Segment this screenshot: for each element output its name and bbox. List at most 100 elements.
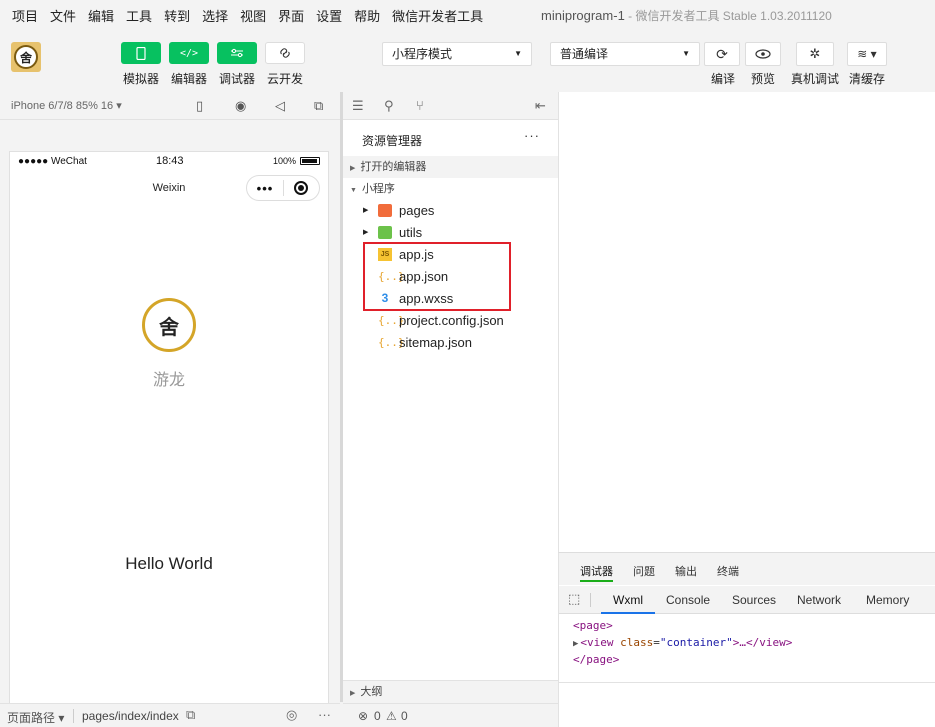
tab-console[interactable]: Console <box>666 593 710 607</box>
open-editors-section[interactable]: ▶ 打开的编辑器 <box>343 156 558 178</box>
battery-percent: 100% <box>273 156 297 166</box>
menu-item-file[interactable]: 文件 <box>50 6 76 25</box>
menu-item-goto[interactable]: 转到 <box>164 6 190 25</box>
outline-section[interactable]: ▶ 大纲 <box>343 680 558 702</box>
tab-memory[interactable]: Memory <box>866 593 909 607</box>
wxml-line-page-open[interactable]: <page> <box>573 619 613 632</box>
explorer-header: ☰ ⚲ ⑂ ⇤ <box>343 92 558 120</box>
window-title: miniprogram-1 - 微信开发者工具 Stable 1.03.2011… <box>541 7 832 24</box>
tree-item-pages[interactable]: ▶ pages <box>343 200 558 222</box>
project-label: 小程序 <box>361 183 395 195</box>
clear-cache-button[interactable]: ≋ ▾ <box>847 42 887 66</box>
outline-label: 大纲 <box>360 686 383 698</box>
menu-bar: 项目 文件 编辑 工具 转到 选择 视图 界面 设置 帮助 微信开发者工具 mi… <box>0 0 935 30</box>
caret-down-icon: ▼ <box>682 49 690 58</box>
user-avatar[interactable]: 舍 <box>11 42 41 72</box>
simulator-footer: 页面路径 ▾ pages/index/index ⧉ ◎ ··· <box>0 703 340 727</box>
tab-output[interactable]: 输出 <box>675 563 697 579</box>
mode-select[interactable]: 小程序模式 ▼ <box>382 42 532 66</box>
phone-icon[interactable]: ▯ <box>196 98 203 114</box>
json-file-icon: {..} <box>378 336 405 349</box>
cloud-dev-label: 云开发 <box>267 72 304 86</box>
tab-problems[interactable]: 问题 <box>633 563 655 579</box>
chevron-right-icon: ▶ <box>363 207 369 214</box>
real-device-debug-label: 真机调试 <box>791 72 840 86</box>
real-device-debug-button[interactable]: ✲ <box>796 42 834 66</box>
warning-count: 0 <box>401 709 408 723</box>
search-icon[interactable]: ⚲ <box>384 98 394 114</box>
volume-icon[interactable]: ◁ <box>275 98 285 114</box>
menu-item-settings[interactable]: 设置 <box>316 6 342 25</box>
editor-toggle-button[interactable]: </> <box>169 42 209 64</box>
collapse-panel-icon[interactable]: ⇤ <box>535 98 546 114</box>
warning-icon[interactable]: ⚠ <box>386 709 397 723</box>
battery-icon <box>300 157 320 165</box>
capsule-menu: ••• <box>246 175 320 201</box>
more-icon[interactable]: ••• <box>247 181 283 196</box>
tree-item-sitemap[interactable]: {..} sitemap.json <box>343 332 558 354</box>
preview-button[interactable] <box>745 42 781 66</box>
menu-item-select[interactable]: 选择 <box>202 6 228 25</box>
debugger-toggle-button[interactable] <box>217 42 257 64</box>
toolbar: 舍 模拟器 </> 编辑器 调试器 云开发 小程序模式 ▼ 普通编译 ▼ ⟳ 编… <box>0 30 935 92</box>
user-avatar-image[interactable]: 舍 <box>142 298 196 352</box>
settings-sliders-icon <box>231 48 243 58</box>
list-icon[interactable]: ☰ <box>352 98 364 114</box>
avatar-logo-icon: 舍 <box>14 45 38 69</box>
wxml-line-page-close[interactable]: </page> <box>573 653 619 666</box>
more-icon[interactable]: ··· <box>524 128 540 143</box>
page-path-select[interactable]: 页面路径 ▾ <box>7 709 64 726</box>
cloud-dev-button[interactable] <box>265 42 305 64</box>
error-count: 0 <box>374 709 381 723</box>
devtools-tabs: ⬚ Wxml Console Sources Network Memory <box>559 586 935 614</box>
eye-icon[interactable]: ◎ <box>286 707 297 723</box>
expand-triangle-icon[interactable]: ▶ <box>573 639 578 649</box>
app-version: - 微信开发者工具 Stable 1.03.2011120 <box>624 9 832 23</box>
view-attr-eq: = <box>653 636 660 649</box>
folder-icon <box>378 226 392 239</box>
file-explorer: ☰ ⚲ ⑂ ⇤ 资源管理器 ··· ▶ 打开的编辑器 ▼ 小程序 ▶ pages ▶… <box>343 92 558 702</box>
compile-button[interactable]: ⟳ <box>704 42 740 66</box>
simulator-area: ●●●●● WeChat 18:43 100% Weixin ••• 舍 游龙 … <box>0 121 340 711</box>
highlight-box <box>363 242 511 311</box>
tab-network[interactable]: Network <box>797 593 841 607</box>
compile-mode-select[interactable]: 普通编译 ▼ <box>550 42 700 66</box>
mode-select-value: 小程序模式 <box>392 47 453 61</box>
tree-item-project-config[interactable]: {..} project.config.json <box>343 310 558 332</box>
tree-item-utils[interactable]: ▶ utils <box>343 222 558 244</box>
editor-area[interactable] <box>558 92 935 552</box>
toolbar-divider <box>590 593 591 607</box>
copy-icon[interactable]: ⧉ <box>186 707 195 723</box>
menu-item-tools[interactable]: 工具 <box>126 6 152 25</box>
menu-item-interface[interactable]: 界面 <box>278 6 304 25</box>
branch-icon[interactable]: ⑂ <box>416 98 424 113</box>
layers-icon: ≋ ▾ <box>857 47 877 61</box>
menu-item-help[interactable]: 帮助 <box>354 6 380 25</box>
tab-terminal[interactable]: 终端 <box>717 563 739 579</box>
json-file-icon: {..} <box>378 314 405 327</box>
phone-icon <box>136 46 146 60</box>
tab-debugger[interactable]: 调试器 <box>580 563 613 582</box>
tab-wxml[interactable]: Wxml <box>601 593 655 614</box>
close-miniprogram-icon[interactable] <box>284 181 319 195</box>
file-name: utils <box>399 225 423 240</box>
open-editors-label: 打开的编辑器 <box>360 161 427 173</box>
file-name: pages <box>399 203 435 218</box>
menu-item-view[interactable]: 视图 <box>240 6 266 25</box>
project-name: miniprogram-1 <box>541 8 625 23</box>
record-icon[interactable]: ◉ <box>235 98 246 114</box>
menu-item-edit[interactable]: 编辑 <box>88 6 114 25</box>
menu-item-devtools[interactable]: 微信开发者工具 <box>392 6 483 25</box>
more-icon[interactable]: ··· <box>318 707 331 722</box>
inspect-element-icon[interactable]: ⬚ <box>568 591 580 607</box>
device-select[interactable]: iPhone 6/7/8 85% 16 ▾ <box>11 99 122 112</box>
error-icon[interactable]: ⊗ <box>358 709 368 723</box>
project-section[interactable]: ▼ 小程序 <box>343 178 558 200</box>
view-attr-value: "container" <box>659 636 733 649</box>
hello-text: Hello World <box>125 554 213 573</box>
simulator-toggle-button[interactable] <box>121 42 161 64</box>
menu-item-project[interactable]: 项目 <box>12 6 38 25</box>
wxml-line-view[interactable]: ▶ <view class="container">…</view> <box>573 636 792 649</box>
detach-window-icon[interactable]: ⧉ <box>314 98 323 114</box>
tab-sources[interactable]: Sources <box>732 593 776 607</box>
